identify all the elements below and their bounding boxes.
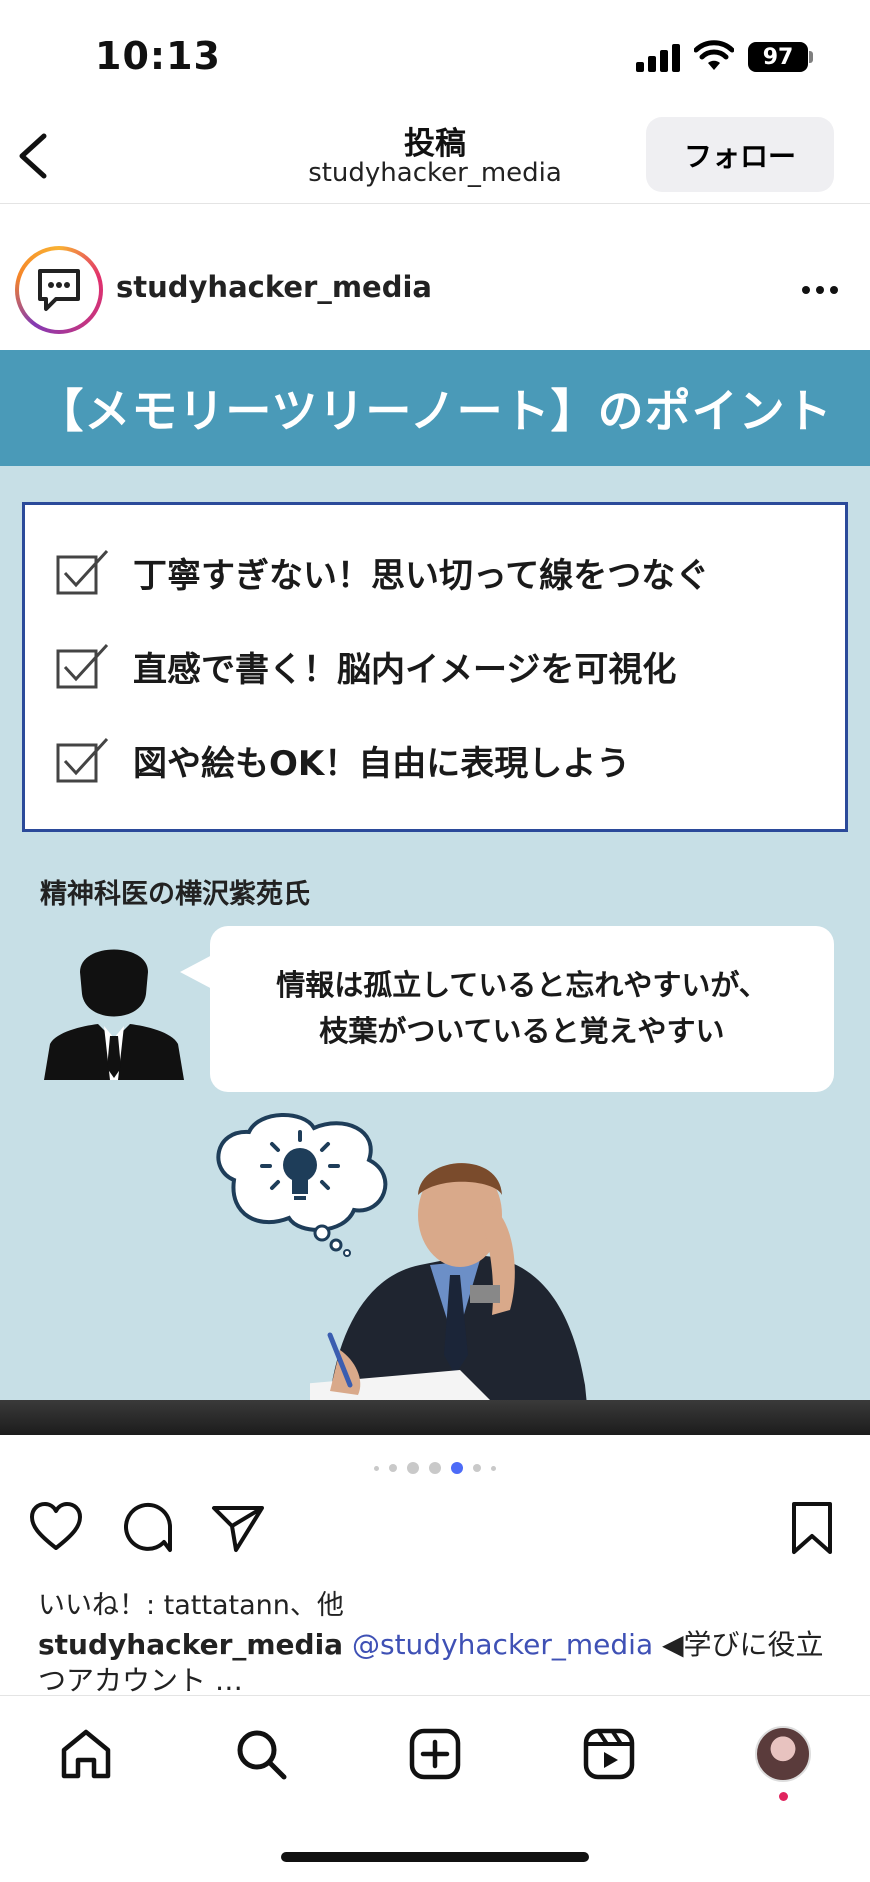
author-username[interactable]: studyhacker_media: [116, 270, 432, 304]
caption-username[interactable]: studyhacker_media: [38, 1628, 343, 1661]
cellular-signal-icon: [636, 44, 680, 72]
share-send-icon[interactable]: [210, 1500, 266, 1556]
author-avatar-inner: [19, 250, 99, 330]
notification-dot: [779, 1792, 788, 1801]
post-image[interactable]: 【メモリーツリーノート】のポイント 丁寧すぎない！思い切って線をつなぐ 直感で書…: [0, 350, 870, 1435]
checklist-text: 直感で書く！脳内イメージを可視化: [133, 649, 677, 690]
carousel-dot: [389, 1464, 397, 1472]
status-time: 10:13: [95, 34, 221, 78]
desk-surface: [0, 1400, 870, 1435]
speech-bubble-tail: [180, 954, 214, 990]
post-author-row: studyhacker_media: [0, 240, 870, 340]
reels-icon[interactable]: [581, 1726, 637, 1782]
carousel-dot: [407, 1462, 419, 1474]
bookmark-icon[interactable]: [784, 1500, 840, 1556]
image-banner: 【メモリーツリーノート】のポイント: [0, 350, 870, 466]
likes-text[interactable]: いいね！: tattatann、他: [38, 1583, 344, 1622]
status-bar: 10:13 97: [0, 0, 870, 110]
checklist-text: 図や絵もOK！自由に表現しよう: [133, 743, 631, 784]
carousel-dot: [491, 1465, 496, 1471]
checklist-item: 図や絵もOK！自由に表現しよう: [55, 735, 630, 785]
checklist-item: 直感で書く！脳内イメージを可視化: [55, 641, 676, 691]
checkbox-icon: [56, 737, 109, 783]
search-icon[interactable]: [233, 1726, 289, 1782]
caption-mention[interactable]: @studyhacker_media: [352, 1628, 653, 1661]
wifi-icon: [694, 40, 734, 70]
author-avatar[interactable]: [15, 246, 103, 334]
like-heart-icon[interactable]: [28, 1500, 84, 1556]
checklist-text: 丁寧すぎない！思い切って線をつなぐ: [133, 555, 710, 596]
chat-bubble-logo-icon: [38, 269, 80, 311]
more-options-icon[interactable]: [800, 284, 840, 296]
thinking-man-illustration: [310, 1163, 590, 1435]
comment-icon[interactable]: [120, 1500, 176, 1556]
carousel-dot-active: [451, 1462, 463, 1474]
home-indicator: [281, 1852, 589, 1862]
bottom-navigation: [0, 1695, 870, 1815]
battery-tip: [809, 51, 813, 63]
home-icon[interactable]: [58, 1726, 114, 1782]
checklist-box: 丁寧すぎない！思い切って線をつなぐ 直感で書く！脳内イメージを可視化 図や絵もO…: [22, 502, 848, 832]
carousel-indicator: [0, 1461, 870, 1475]
checkbox-icon: [56, 643, 109, 689]
follow-button[interactable]: フォロー: [646, 117, 834, 192]
post-caption: studyhacker_media @studyhacker_media ◀学び…: [38, 1627, 838, 1699]
quote-text: 情報は孤立していると忘れやすいが、 枝葉がついていると覚えやすい: [210, 962, 834, 1054]
quote-line: 情報は孤立していると忘れやすいが、: [276, 968, 768, 1002]
carousel-dot: [374, 1465, 379, 1471]
businessman-silhouette-icon: [44, 949, 184, 1080]
checkbox-icon: [56, 549, 109, 595]
carousel-dot: [473, 1464, 481, 1472]
post-actions: [0, 1500, 870, 1570]
create-post-icon[interactable]: [407, 1726, 463, 1782]
carousel-dot: [429, 1462, 441, 1474]
checklist-item: 丁寧すぎない！思い切って線をつなぐ: [55, 547, 709, 597]
battery-indicator: 97: [748, 42, 808, 72]
quote-line: 枝葉がついていると覚えやすい: [319, 1014, 725, 1048]
profile-avatar[interactable]: [755, 1726, 811, 1782]
post-header: 投稿 studyhacker_media フォロー: [0, 110, 870, 204]
doctor-label: 精神科医の樺沢紫苑氏: [40, 879, 310, 910]
speech-bubble: 情報は孤立していると忘れやすいが、 枝葉がついていると覚えやすい: [210, 926, 834, 1092]
